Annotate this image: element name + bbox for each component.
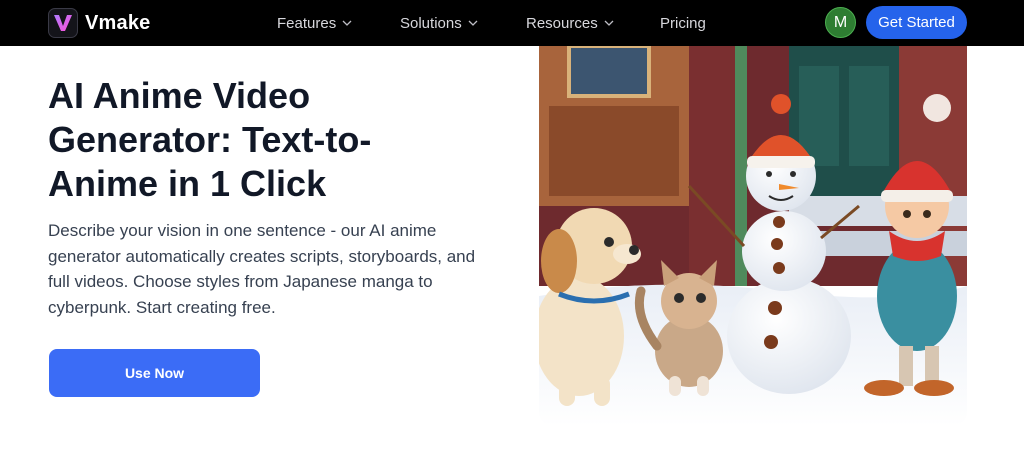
nav-features[interactable]: Features	[277, 0, 352, 46]
top-navbar: Vmake Features Solutions Resources Prici…	[0, 0, 1024, 46]
nav-resources[interactable]: Resources	[526, 0, 614, 46]
brand-name: Vmake	[85, 11, 151, 34]
use-now-button[interactable]: Use Now	[49, 349, 260, 397]
nav-resources-label: Resources	[526, 14, 598, 32]
chevron-down-icon	[468, 20, 478, 26]
nav-features-label: Features	[277, 14, 337, 32]
chevron-down-icon	[342, 20, 352, 26]
anime-winter-scene-illustration	[539, 46, 967, 426]
nav-pricing[interactable]: Pricing	[660, 0, 706, 46]
hero-image	[539, 46, 967, 426]
hero-description: Describe your vision in one sentence - o…	[48, 221, 476, 317]
vmake-logo-icon	[48, 8, 78, 38]
nav-solutions-label: Solutions	[400, 14, 462, 32]
brand[interactable]: Vmake	[48, 8, 151, 38]
nav-pricing-label: Pricing	[660, 14, 706, 32]
get-started-button[interactable]: Get Started	[866, 6, 967, 39]
nav-solutions[interactable]: Solutions	[400, 0, 478, 46]
user-avatar[interactable]: M	[825, 7, 856, 38]
chevron-down-icon	[604, 20, 614, 26]
page-title: AI Anime Video Generator: Text-to-Anime …	[48, 75, 372, 204]
